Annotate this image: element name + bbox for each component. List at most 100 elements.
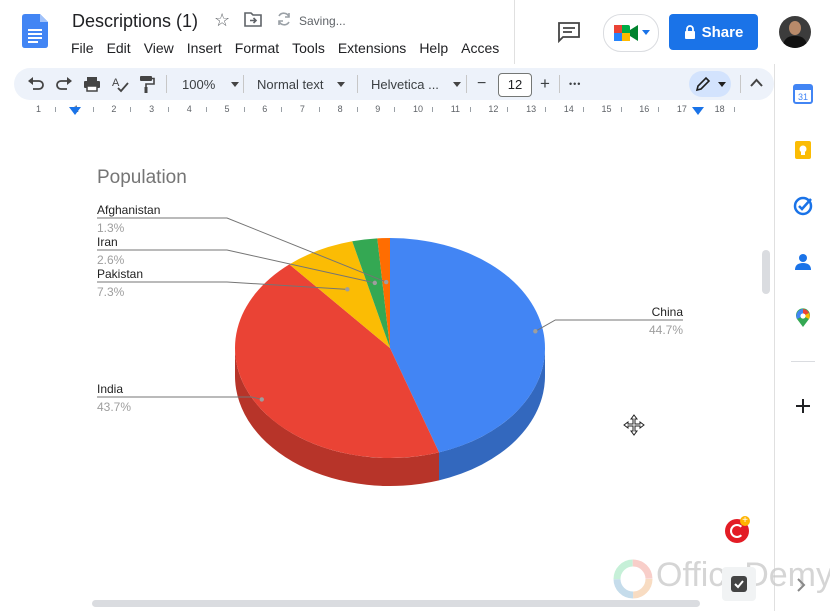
- ruler-tick: [243, 107, 245, 112]
- ruler-tick: [168, 107, 170, 112]
- ruler-tick: [582, 107, 584, 112]
- ruler-number: 15: [601, 104, 612, 114]
- side-panel-divider: [791, 361, 815, 362]
- svg-text:A: A: [112, 77, 120, 89]
- ruler-number: 4: [186, 104, 192, 114]
- docs-logo-icon[interactable]: [22, 14, 48, 48]
- slice-label-india: India: [97, 382, 124, 396]
- toolbar-separator: [166, 75, 167, 93]
- sync-icon: [278, 12, 290, 26]
- chevron-up-icon[interactable]: [750, 78, 763, 88]
- explore-button[interactable]: [722, 567, 756, 601]
- menu-bar: File Edit View Insert Format Tools Exten…: [71, 40, 512, 58]
- avatar-face: [789, 21, 801, 35]
- star-icon[interactable]: ☆: [214, 10, 230, 31]
- grammarly-icon[interactable]: +: [725, 516, 750, 543]
- slice-percent-india: 43.7%: [97, 400, 132, 414]
- maps-icon[interactable]: [793, 308, 813, 328]
- ruler-tick: [356, 107, 358, 112]
- ruler-tick: [92, 107, 94, 112]
- slice-label-pakistan: Pakistan: [97, 267, 144, 281]
- move-to-folder-icon[interactable]: [244, 11, 262, 27]
- svg-text:31: 31: [798, 92, 808, 102]
- ruler-number: 11: [450, 104, 461, 114]
- toolbar-separator: [740, 75, 741, 93]
- comment-history-icon[interactable]: [557, 21, 581, 43]
- more-options-button[interactable]: •••: [569, 68, 581, 100]
- menu-view[interactable]: View: [144, 40, 174, 58]
- left-indent-marker[interactable]: [69, 107, 81, 115]
- slice-percent-iran: 2.6%: [97, 253, 125, 267]
- header: Descriptions (1) ☆ Saving... File Edit V…: [0, 0, 830, 64]
- paint-format-icon[interactable]: [139, 75, 155, 93]
- ruler-tick: [318, 107, 320, 112]
- ruler-number: 3: [149, 104, 155, 114]
- slice-label-iran: Iran: [97, 235, 118, 249]
- menu-edit[interactable]: Edit: [107, 40, 131, 58]
- chevron-down-icon: [337, 81, 346, 87]
- ruler-number: 2: [111, 104, 117, 114]
- pencil-icon: [695, 76, 711, 92]
- editing-mode-button[interactable]: [689, 71, 731, 97]
- share-label: Share: [701, 23, 744, 41]
- saving-status: Saving...: [299, 14, 346, 28]
- keep-icon[interactable]: [793, 140, 813, 160]
- meet-button[interactable]: [603, 14, 659, 52]
- avatar[interactable]: [779, 16, 811, 48]
- tasks-icon[interactable]: [793, 196, 813, 216]
- menu-accessibility[interactable]: Acces: [461, 40, 499, 58]
- contacts-icon[interactable]: [793, 252, 813, 272]
- increase-font-size-button[interactable]: +: [540, 68, 550, 100]
- horizontal-scrollbar[interactable]: [92, 600, 700, 607]
- document-title[interactable]: Descriptions (1): [72, 11, 198, 32]
- ruler-number: 7: [299, 104, 305, 114]
- ruler-tick: [733, 107, 735, 112]
- toolbar-separator: [357, 75, 358, 93]
- undo-icon[interactable]: [27, 76, 45, 92]
- font-size-input[interactable]: 12: [498, 73, 532, 97]
- chevron-down-icon: [452, 81, 461, 87]
- slice-percent-china: 44.7%: [648, 323, 683, 337]
- toolbar-separator: [466, 75, 467, 93]
- calendar-icon[interactable]: 31: [793, 84, 813, 104]
- header-divider: [514, 0, 515, 64]
- officedemy-logo: [613, 559, 653, 599]
- style-value: Normal text: [257, 76, 324, 92]
- chevron-down-icon: [642, 30, 650, 35]
- style-select[interactable]: Normal text: [257, 68, 346, 100]
- decrease-font-size-button[interactable]: −: [477, 68, 486, 100]
- chevron-right-icon[interactable]: [796, 578, 806, 592]
- font-select[interactable]: Helvetica ...: [371, 68, 461, 100]
- right-indent-marker[interactable]: [692, 107, 704, 115]
- menu-file[interactable]: File: [71, 40, 94, 58]
- ruler-tick: [205, 107, 207, 112]
- add-icon[interactable]: [793, 396, 813, 416]
- grammarly-plus-badge: +: [740, 516, 750, 526]
- pie-chart[interactable]: [0, 119, 774, 599]
- ruler-tick: [545, 107, 547, 112]
- menu-extensions[interactable]: Extensions: [338, 40, 406, 58]
- zoom-value: 100%: [182, 76, 216, 92]
- ruler-tick: [394, 107, 396, 112]
- share-button[interactable]: Share: [669, 14, 758, 50]
- avatar-shirt: [783, 36, 807, 48]
- slice-percent-afghanistan: 1.3%: [97, 221, 125, 235]
- meet-icon: [614, 25, 638, 41]
- menu-insert[interactable]: Insert: [187, 40, 222, 58]
- menu-format[interactable]: Format: [235, 40, 279, 58]
- zoom-select[interactable]: 100%: [182, 68, 240, 100]
- slice-label-afghanistan: Afghanistan: [97, 203, 161, 217]
- leader-dot-india: [259, 397, 264, 402]
- leader-dot-afghanistan: [383, 279, 389, 285]
- menu-help[interactable]: Help: [419, 40, 448, 58]
- menu-tools[interactable]: Tools: [292, 40, 325, 58]
- print-icon[interactable]: [83, 76, 101, 92]
- spellcheck-icon[interactable]: A: [111, 75, 129, 93]
- ruler-tick: [658, 107, 660, 112]
- leader-dot-iran: [372, 280, 378, 286]
- ruler-number: 18: [714, 104, 725, 114]
- ruler-tick: [432, 107, 433, 112]
- ruler-number: 8: [337, 104, 343, 114]
- vertical-scrollbar[interactable]: [762, 250, 770, 294]
- redo-icon[interactable]: [55, 76, 73, 92]
